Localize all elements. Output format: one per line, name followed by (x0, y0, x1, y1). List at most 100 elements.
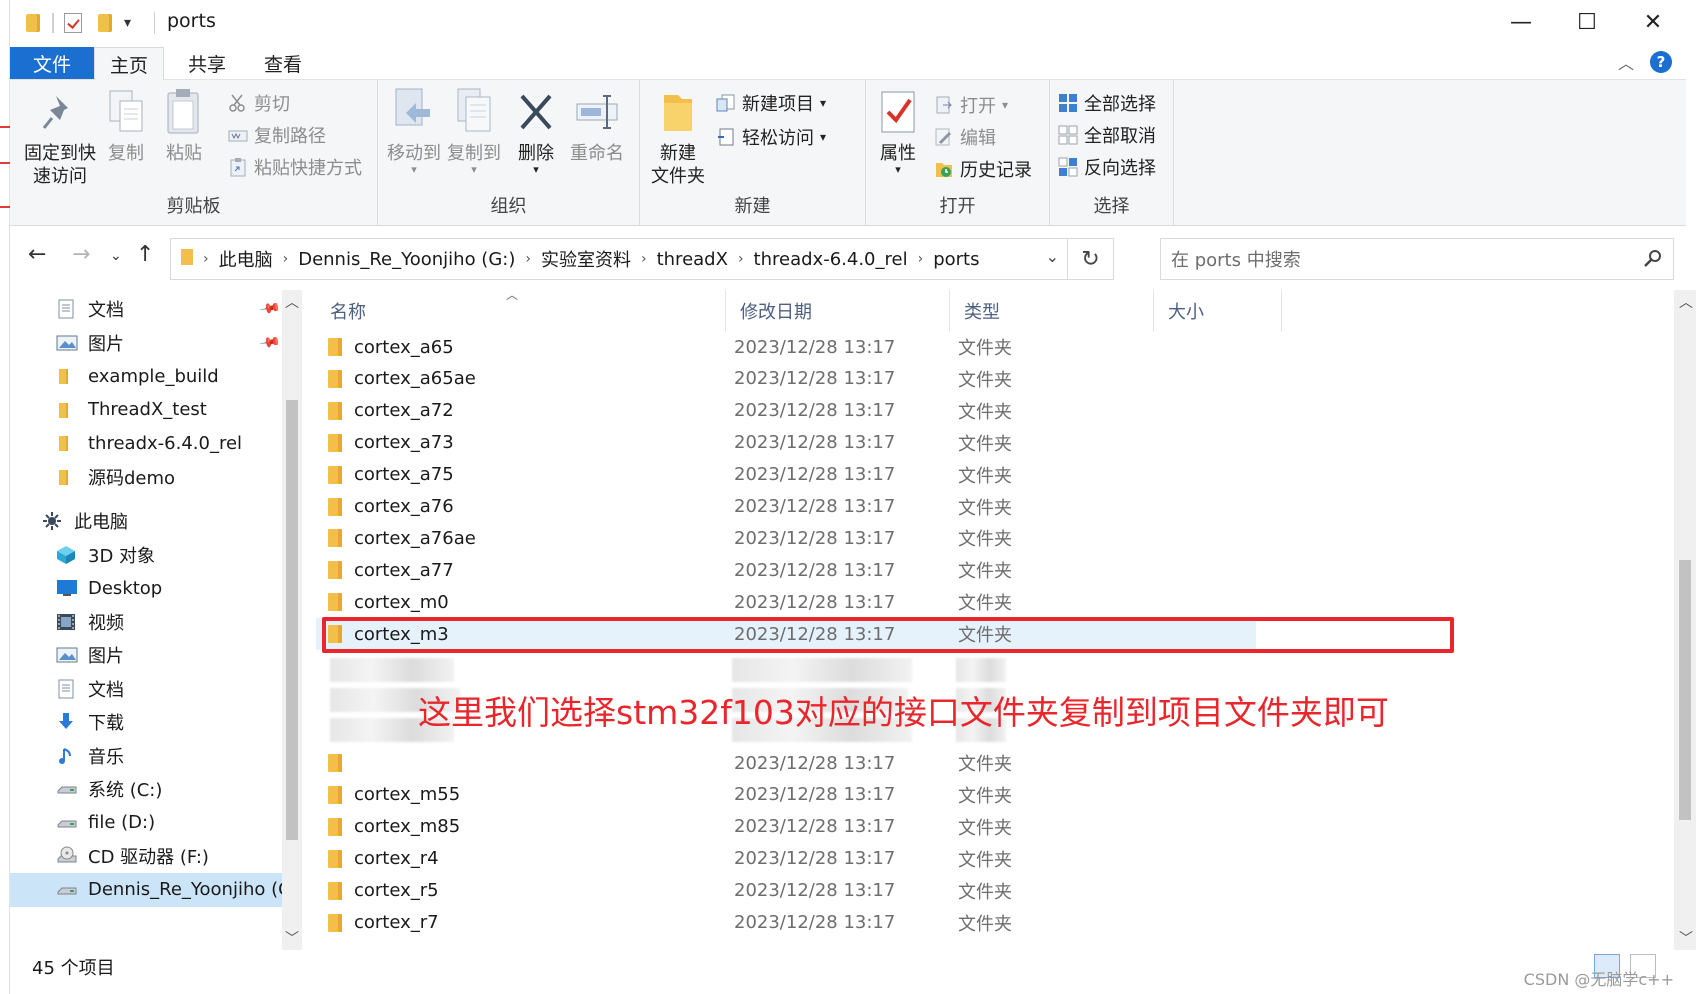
chevron-right-icon[interactable]: › (203, 251, 209, 267)
sidebar-item[interactable]: 源码demo (10, 460, 294, 494)
table-row[interactable]: 2023/12/28 13:17 文件夹 (316, 747, 1256, 779)
minimize-button[interactable]: — (1488, 0, 1554, 44)
move-to-button[interactable]: 移动到 ▾ (386, 86, 442, 175)
tab-home[interactable]: 主页 (94, 47, 164, 80)
sidebar-item[interactable]: threadx-6.4.0_rel (10, 426, 294, 460)
column-header-type[interactable]: 类型 (950, 290, 1154, 332)
up-arrow-icon[interactable]: ↑ (136, 242, 154, 267)
properties-button[interactable]: 属性 ▾ (872, 86, 924, 175)
sidebar-item[interactable]: 音乐 (10, 739, 294, 773)
search-icon[interactable] (1643, 248, 1663, 268)
copy-button[interactable]: 复制 (102, 86, 150, 165)
new-folder-button[interactable]: 新建 文件夹 (648, 86, 708, 188)
sidebar-item[interactable]: 下载 (10, 705, 294, 739)
sidebar-item[interactable]: ThreadX_test (10, 393, 294, 427)
sidebar-item[interactable]: 文档 📌 (10, 292, 294, 326)
table-row[interactable]: cortex_a72 2023/12/28 13:17 文件夹 (316, 395, 1256, 427)
file-date: 2023/12/28 13:17 (734, 591, 896, 613)
cut-button[interactable]: 剪切 (228, 88, 290, 118)
sidebar-item[interactable]: 文档 (10, 672, 294, 706)
chevron-up-icon[interactable]: ︿ (1679, 292, 1693, 312)
file-list-scrollbar[interactable]: ︿ ﹀ (1674, 290, 1696, 950)
breadcrumb-ports[interactable]: ports (933, 249, 979, 270)
sidebar-item-this-pc[interactable]: 此电脑 (10, 504, 294, 538)
back-arrow-icon[interactable]: ← (28, 242, 46, 267)
column-header-date[interactable]: 修改日期 (726, 290, 950, 332)
table-row[interactable]: cortex_a76ae 2023/12/28 13:17 文件夹 (316, 522, 1256, 554)
sidebar-item[interactable]: Desktop (10, 571, 294, 605)
window-title: ports (167, 10, 216, 32)
breadcrumb-threadx-rel[interactable]: threadx-6.4.0_rel (754, 249, 908, 270)
delete-button[interactable]: 删除 ▾ (512, 86, 560, 175)
chevron-down-icon[interactable]: ﹀ (285, 928, 299, 948)
chevron-down-icon[interactable]: ⌄ (1046, 247, 1059, 266)
sidebar-item[interactable]: 系统 (C:) (10, 772, 294, 806)
rename-button[interactable]: 重命名 (568, 86, 626, 165)
table-row[interactable]: cortex_r7 2023/12/28 13:17 文件夹 (316, 907, 1256, 939)
collapse-ribbon-icon[interactable]: ︿ (1618, 50, 1634, 74)
table-row[interactable]: cortex_m55 2023/12/28 13:17 文件夹 (316, 779, 1256, 811)
table-row[interactable]: cortex_a76 2023/12/28 13:17 文件夹 (316, 491, 1256, 523)
table-row[interactable]: cortex_m0 2023/12/28 13:17 文件夹 (316, 586, 1256, 618)
search-box[interactable]: 在 ports 中搜索 (1160, 238, 1674, 280)
table-row[interactable]: cortex_a65 2023/12/28 13:17 文件夹 (316, 331, 1256, 363)
chevron-right-icon[interactable]: › (525, 251, 531, 267)
sidebar-item[interactable]: 3D 对象 (10, 538, 294, 572)
help-icon[interactable]: ? (1650, 51, 1672, 73)
chevron-down-icon[interactable]: ﹀ (1679, 928, 1693, 948)
sidebar-item[interactable]: Dennis_Re_Yoonjiho (G:) (10, 872, 294, 907)
forward-arrow-icon[interactable]: → (72, 242, 90, 267)
sidebar-item[interactable]: 图片 (10, 638, 294, 672)
properties-quick-button[interactable] (64, 10, 82, 36)
sidebar-item[interactable]: example_build (10, 359, 294, 393)
pin-quick-access-button[interactable]: 固定到快 速访问 (18, 86, 102, 188)
maximize-button[interactable]: ☐ (1554, 0, 1620, 44)
chevron-right-icon[interactable]: › (918, 251, 924, 267)
new-folder-quick-button[interactable] (98, 10, 112, 36)
table-row[interactable]: cortex_m85 2023/12/28 13:17 文件夹 (316, 811, 1256, 843)
paste-button[interactable]: 粘贴 (156, 86, 212, 165)
recent-locations-icon[interactable]: ⌄ (110, 248, 122, 264)
column-header-size[interactable]: 大小 (1154, 290, 1282, 332)
tab-view[interactable]: 查看 (248, 47, 318, 80)
refresh-icon[interactable]: ↻ (1067, 239, 1113, 279)
chevron-right-icon[interactable]: › (283, 251, 289, 267)
column-header-name[interactable]: 名称 (316, 290, 726, 332)
scrollbar-thumb[interactable] (1679, 560, 1691, 820)
address-bar[interactable]: › 此电脑 › Dennis_Re_Yoonjiho (G:) › 实验室资料 … (170, 238, 1114, 280)
invert-selection-button[interactable]: 反向选择 (1058, 152, 1156, 182)
scrollbar-thumb[interactable] (286, 400, 298, 840)
tab-file[interactable]: 文件 (10, 47, 94, 79)
edit-button[interactable]: 编辑 (934, 122, 996, 152)
close-button[interactable]: ✕ (1620, 0, 1686, 44)
breadcrumb-lab-docs[interactable]: 实验室资料 (541, 246, 631, 272)
easy-access-button[interactable]: 轻松访问 ▾ (716, 122, 826, 152)
select-all-button[interactable]: 全部选择 (1058, 88, 1156, 118)
chevron-right-icon[interactable]: › (738, 251, 744, 267)
sidebar-item[interactable]: CD 驱动器 (F:) (10, 839, 294, 873)
paste-shortcut-button[interactable]: 粘贴快捷方式 (228, 152, 362, 182)
table-row[interactable]: cortex_r4 2023/12/28 13:17 文件夹 (316, 843, 1256, 875)
breadcrumb-threadx[interactable]: threadX (657, 249, 728, 270)
sidebar-item[interactable]: 图片 📌 (10, 326, 294, 360)
history-button[interactable]: 历史记录 (934, 154, 1032, 184)
select-none-button[interactable]: 全部取消 (1058, 120, 1156, 150)
open-button[interactable]: 打开 ▾ (934, 90, 1008, 120)
nav-pane-scrollbar[interactable]: ︿ ﹀ (282, 290, 302, 950)
table-row[interactable]: cortex_a77 2023/12/28 13:17 文件夹 (316, 554, 1256, 586)
sidebar-item[interactable]: file (D:) (10, 806, 294, 840)
new-item-button[interactable]: 新建项目 ▾ (716, 88, 826, 118)
chevron-right-icon[interactable]: › (641, 251, 647, 267)
customize-quick-access-icon[interactable]: ▾ (124, 10, 131, 36)
breadcrumb-drive[interactable]: Dennis_Re_Yoonjiho (G:) (298, 249, 515, 270)
copy-to-button[interactable]: 复制到 ▾ (446, 86, 502, 175)
copy-path-button[interactable]: 复制路径 (228, 120, 326, 150)
breadcrumb-this-pc[interactable]: 此电脑 (219, 246, 273, 272)
tab-share[interactable]: 共享 (172, 47, 242, 80)
sidebar-item[interactable]: 视频 (10, 605, 294, 639)
table-row[interactable]: cortex_a75 2023/12/28 13:17 文件夹 (316, 459, 1256, 491)
table-row[interactable]: cortex_a65ae 2023/12/28 13:17 文件夹 (316, 363, 1256, 395)
table-row[interactable]: cortex_a73 2023/12/28 13:17 文件夹 (316, 427, 1256, 459)
table-row[interactable]: cortex_r5 2023/12/28 13:17 文件夹 (316, 875, 1256, 907)
chevron-up-icon[interactable]: ︿ (285, 292, 299, 312)
